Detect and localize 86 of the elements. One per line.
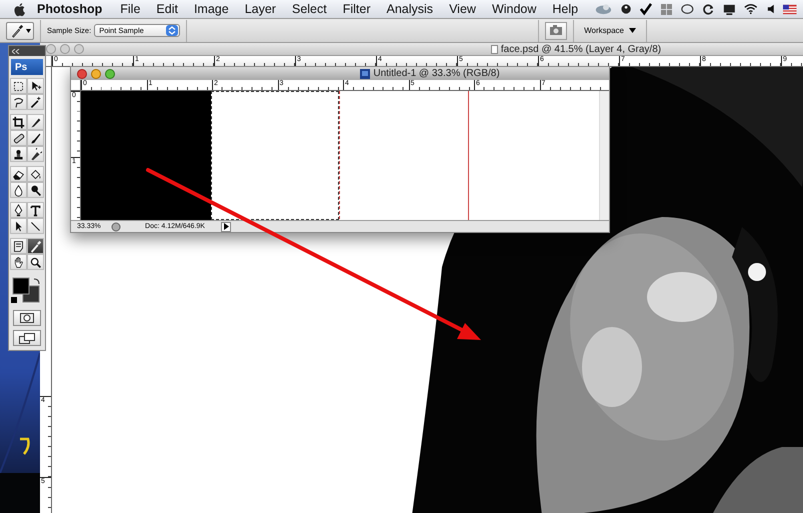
tool-button[interactable]: [10, 94, 27, 110]
menu-item[interactable]: File: [120, 2, 140, 16]
tool-button[interactable]: [27, 254, 44, 270]
workspace-menu[interactable]: Workspace: [580, 26, 640, 35]
blur-icon: [12, 184, 25, 196]
caret-icon: [629, 28, 636, 33]
caret-icon: [26, 28, 31, 34]
hand-icon: [12, 256, 25, 268]
crop-icon: [12, 116, 25, 128]
tool-button[interactable]: [27, 78, 44, 94]
play-icon: [224, 223, 228, 230]
collapse-icon[interactable]: [12, 48, 20, 54]
wand-icon: [29, 96, 42, 108]
app-logo: Ps: [11, 59, 43, 75]
tool-button[interactable]: [27, 202, 44, 218]
eyedropper-icon: [29, 240, 42, 252]
apple-icon[interactable]: [14, 2, 25, 16]
circle-icon[interactable]: [621, 3, 632, 15]
grid-icon[interactable]: [661, 2, 672, 16]
tool-button[interactable]: [10, 130, 27, 146]
menu-item[interactable]: Image: [194, 2, 229, 16]
window-title: face.psd @ 41.5% (Layer 4, Gray/8): [500, 44, 662, 54]
tool-button[interactable]: [27, 94, 44, 110]
status-icon[interactable]: [111, 222, 121, 232]
mask-icon: [20, 313, 34, 323]
app-menu[interactable]: Photoshop: [36, 2, 102, 16]
palette-button[interactable]: [545, 22, 568, 40]
tool-button[interactable]: [10, 114, 27, 130]
window-title: Untitled-1 @ 33.3% (RGB/8): [373, 68, 500, 79]
notes-icon: [12, 240, 25, 252]
zoom-button[interactable]: [105, 68, 115, 78]
close-button[interactable]: [77, 68, 87, 78]
sync-icon[interactable]: [702, 2, 714, 16]
slice-icon: [29, 116, 42, 128]
pen-icon: [12, 204, 25, 216]
eyedropper-icon: [10, 24, 24, 38]
document-icon: [360, 68, 370, 78]
menu-item[interactable]: Select: [292, 2, 327, 16]
tool-button[interactable]: [10, 78, 27, 94]
tool-button[interactable]: [10, 254, 27, 270]
tool-button[interactable]: [10, 146, 27, 162]
marquee-icon: [12, 80, 25, 92]
menu-item[interactable]: Layer: [244, 2, 276, 16]
menu-item[interactable]: Edit: [156, 2, 178, 16]
tool-button[interactable]: [27, 146, 44, 162]
tool-button[interactable]: [10, 218, 27, 234]
brush-icon: [29, 132, 42, 144]
speaker-icon[interactable]: [766, 3, 774, 15]
lasso-icon: [12, 96, 25, 108]
type-icon: [29, 204, 42, 216]
tool-button[interactable]: [10, 202, 27, 218]
tool-button[interactable]: [27, 182, 44, 198]
document-icon: [490, 44, 498, 54]
bucket-icon: [29, 168, 42, 180]
zoom-icon: [29, 256, 42, 268]
tool-button[interactable]: [27, 238, 44, 254]
heal-icon: [12, 132, 25, 144]
line-icon: [29, 220, 42, 232]
tool-button[interactable]: [27, 166, 44, 182]
speech-bubble-icon[interactable]: [680, 2, 694, 16]
tool-preset-button[interactable]: [6, 22, 34, 40]
stepper-icon: [166, 25, 178, 36]
history-icon: [29, 148, 42, 160]
windows-icon: [19, 332, 35, 344]
quick-mask-button[interactable]: [13, 310, 41, 326]
tool-button[interactable]: [10, 238, 27, 254]
menu-item[interactable]: View: [449, 2, 476, 16]
status-menu-button[interactable]: [221, 222, 231, 232]
screen-mode-button[interactable]: [13, 330, 41, 346]
camera-icon: [549, 25, 564, 36]
tool-button[interactable]: [27, 130, 44, 146]
tool-button[interactable]: [10, 182, 27, 198]
tool-button[interactable]: [27, 218, 44, 234]
checkmark-icon[interactable]: [640, 2, 652, 16]
flag-icon[interactable]: [783, 4, 797, 14]
stamp-icon: [12, 148, 25, 160]
display-icon[interactable]: [722, 2, 736, 16]
tool-button[interactable]: [10, 166, 27, 182]
dodge-icon: [29, 184, 42, 196]
minimize-button[interactable]: [91, 68, 101, 78]
menu-item[interactable]: Help: [552, 2, 578, 16]
menu-item[interactable]: Analysis: [386, 2, 434, 16]
menu-item[interactable]: Filter: [342, 2, 371, 16]
tool-button[interactable]: [27, 114, 44, 130]
menu-item[interactable]: Window: [492, 2, 536, 16]
wifi-icon[interactable]: [744, 3, 758, 15]
